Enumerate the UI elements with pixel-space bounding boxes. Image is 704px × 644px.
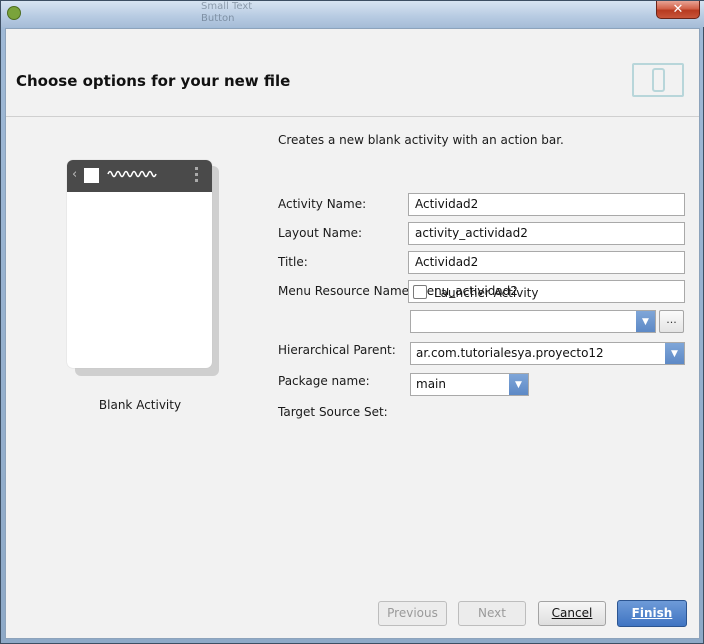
chevron-down-icon[interactable]: ▼: [665, 343, 684, 364]
menu-resource-name-label: Menu Resource Name:: [278, 284, 414, 298]
close-button[interactable]: ✕: [656, 1, 700, 19]
activity-name-label: Activity Name:: [278, 197, 367, 211]
hierarchical-parent-label: Hierarchical Parent:: [278, 343, 396, 357]
activity-preview: ‹: [67, 160, 212, 368]
template-description: Creates a new blank activity with an act…: [278, 133, 564, 147]
dialog-window: Small Text Button ✕ Choose options for y…: [0, 0, 704, 644]
phone-icon: [652, 68, 665, 92]
activity-name-field[interactable]: Actividad2: [408, 193, 685, 216]
back-chevron-icon: ‹: [72, 167, 78, 182]
launcher-activity-checkbox[interactable]: [413, 285, 427, 299]
cancel-button[interactable]: Cancel: [538, 601, 606, 626]
background-label: Small Text: [201, 1, 253, 12]
chevron-down-icon[interactable]: ▼: [509, 374, 528, 395]
title-field[interactable]: Actividad2: [408, 251, 685, 274]
finish-button[interactable]: Finish: [617, 600, 687, 627]
browse-parent-button[interactable]: ...: [659, 310, 684, 333]
device-icon: [632, 63, 684, 97]
title-label: Title:: [278, 255, 308, 269]
layout-name-field[interactable]: activity_actividad2: [408, 222, 685, 245]
finish-label: Finish: [631, 606, 673, 620]
dialog-header: Choose options for your new file: [6, 29, 699, 117]
overflow-menu-icon: [195, 167, 199, 185]
hierarchical-parent-combo[interactable]: ▼: [410, 310, 656, 333]
title-squiggle-icon: [107, 170, 157, 178]
page-title: Choose options for your new file: [16, 72, 291, 90]
next-button[interactable]: Next: [458, 601, 526, 626]
package-name-label: Package name:: [278, 374, 370, 388]
package-name-value: ar.com.tutorialesya.proyecto12: [416, 346, 604, 360]
preview-action-bar: ‹: [67, 160, 212, 192]
close-icon: ✕: [672, 2, 684, 17]
target-source-set-label: Target Source Set:: [278, 405, 388, 419]
target-source-set-value: main: [416, 377, 446, 391]
previous-button[interactable]: Previous: [378, 601, 447, 626]
background-window-content: Small Text Button: [31, 1, 671, 27]
template-name: Blank Activity: [98, 398, 182, 412]
cancel-label: Cancel: [551, 606, 593, 620]
app-logo-icon: [84, 168, 99, 183]
launcher-activity-label[interactable]: Launcher Activity: [434, 286, 538, 300]
chevron-down-icon[interactable]: ▼: [636, 311, 655, 332]
target-source-set-combo[interactable]: main ▼: [410, 373, 529, 396]
layout-name-label: Layout Name:: [278, 226, 363, 240]
package-name-combo[interactable]: ar.com.tutorialesya.proyecto12 ▼: [410, 342, 685, 365]
android-studio-icon: [7, 6, 21, 20]
background-label: Button: [201, 13, 235, 24]
title-bar[interactable]: Small Text Button ✕: [1, 1, 704, 27]
